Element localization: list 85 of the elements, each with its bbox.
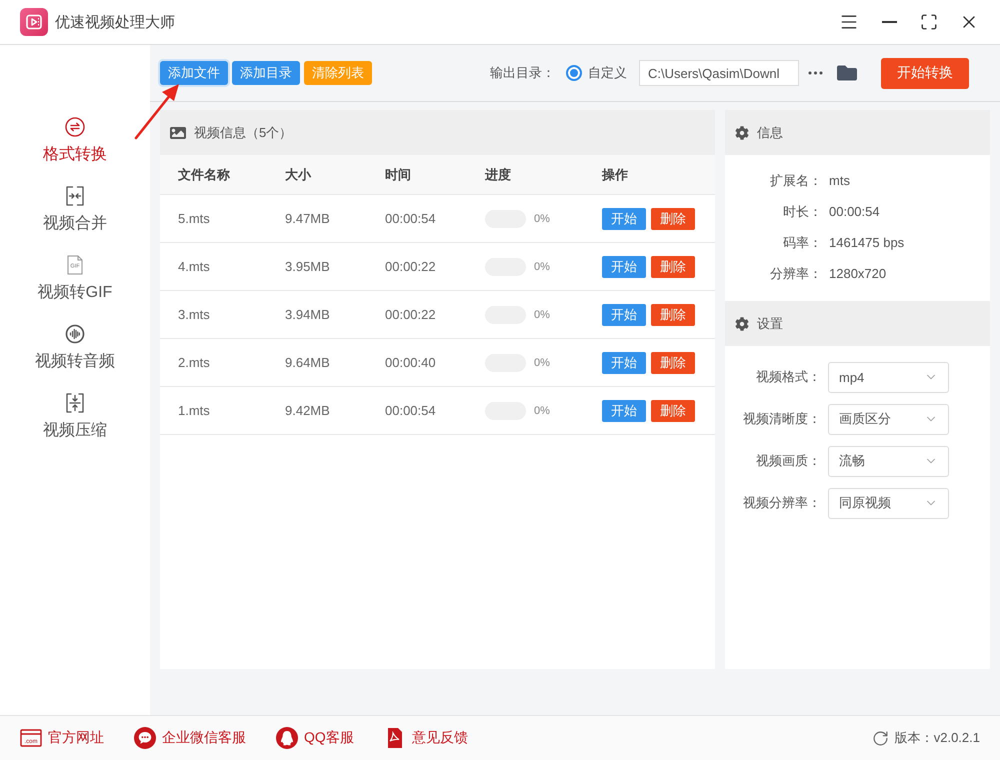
start-button[interactable]: 开始 xyxy=(602,352,646,374)
sidebar-item[interactable]: 视频合并 xyxy=(0,182,150,251)
column-header: 文件名称 xyxy=(178,166,231,184)
add-button[interactable]: 添加目录 xyxy=(232,61,300,85)
column-header: 大小 xyxy=(285,166,312,184)
audio-wave-icon xyxy=(65,324,85,344)
delete-button[interactable]: 删除 xyxy=(651,352,695,374)
table-cell-text: 3.95MB xyxy=(285,259,331,274)
merge-arrows-icon xyxy=(65,186,85,206)
app-logo-icon xyxy=(20,8,48,36)
progress-text: 0% xyxy=(534,308,550,320)
image-icon xyxy=(170,124,186,140)
field-label: 码率： xyxy=(782,234,822,252)
setting-label: 视频画质： xyxy=(755,452,821,470)
add-button[interactable]: 添加文件 xyxy=(160,61,228,85)
delete-button[interactable]: 删除 xyxy=(651,400,695,422)
field-value: mts xyxy=(829,173,850,188)
column-header: 进度 xyxy=(485,166,512,184)
setting-label: 视频分辨率： xyxy=(742,494,821,512)
progress-text: 0% xyxy=(534,212,550,224)
table-cell-text: 3.94MB xyxy=(285,307,331,322)
field-value: 1280x720 xyxy=(829,266,886,281)
table-cell-text: 00:00:22 xyxy=(385,307,437,322)
table-cell-text: 3.mts xyxy=(178,307,211,322)
output-label: 输出目录： xyxy=(490,64,555,82)
sidebar-item[interactable]: 格式转换 xyxy=(0,113,150,182)
panel-title: 视频信息（5个） xyxy=(194,124,292,142)
field-label: 扩展名： xyxy=(769,172,822,190)
window-title: 优速视频处理大师 xyxy=(55,12,175,32)
field-label: 时长： xyxy=(782,202,822,220)
progress-text: 0% xyxy=(534,404,550,416)
start-button[interactable]: 开始 xyxy=(602,400,646,422)
table-cell-text: 00:00:54 xyxy=(385,211,437,226)
start-button[interactable]: 开始 xyxy=(602,208,646,230)
dropdown-select[interactable]: 画质区分 xyxy=(828,404,949,434)
radio-button[interactable] xyxy=(566,65,582,81)
footer-link[interactable]: 企业微信客服 xyxy=(134,727,246,749)
radio-label: 自定义 xyxy=(588,64,627,82)
delete-button[interactable]: 删除 xyxy=(651,256,695,278)
table-cell-text: 4.mts xyxy=(178,259,211,274)
setting-label: 视频清晰度： xyxy=(742,410,821,428)
field-value: 00:00:54 xyxy=(829,204,880,219)
delete-button[interactable]: 删除 xyxy=(651,304,695,326)
output-path-field[interactable]: C:\Users\Qasim\Downl xyxy=(639,60,799,86)
swap-arrows-icon xyxy=(65,117,85,137)
progress-text: 0% xyxy=(534,356,550,368)
start-convert-button[interactable]: 开始转换 xyxy=(881,58,969,88)
table-cell-text: 00:00:54 xyxy=(385,403,437,418)
penguin-icon xyxy=(276,727,298,749)
table-cell-text: 00:00:40 xyxy=(385,355,437,370)
sidebar-item[interactable]: 视频转音频 xyxy=(0,320,150,389)
table-cell-text: 5.mts xyxy=(178,211,211,226)
setting-label: 视频格式： xyxy=(755,368,821,386)
progress-text: 0% xyxy=(534,260,550,272)
table-cell-text: 2.mts xyxy=(178,355,211,370)
dropdown-select[interactable]: mp4 xyxy=(828,362,949,392)
footer-link[interactable]: 意见反馈 xyxy=(384,727,468,749)
refresh-icon[interactable] xyxy=(872,730,889,746)
minimize-icon xyxy=(882,21,896,23)
version-text: 版本：v2.0.2.1 xyxy=(894,729,980,747)
footer-link[interactable]: QQ客服 xyxy=(276,727,354,749)
panel-title: 设置 xyxy=(757,314,783,332)
table-cell-text: 1.mts xyxy=(178,403,211,418)
chat-bubble-icon xyxy=(134,727,156,749)
column-header: 时间 xyxy=(385,166,412,184)
table-cell-text: 9.64MB xyxy=(285,355,331,370)
panel-title: 信息 xyxy=(757,124,783,142)
field-label: 分辨率： xyxy=(769,264,822,282)
compress-arrows-icon xyxy=(65,393,85,413)
column-header: 操作 xyxy=(602,166,629,184)
table-cell-text: 00:00:22 xyxy=(385,259,437,274)
dropdown-select[interactable]: 同原视频 xyxy=(828,488,949,518)
gear-icon xyxy=(735,316,749,330)
start-button[interactable]: 开始 xyxy=(602,256,646,278)
more-dots-icon[interactable] xyxy=(808,71,823,75)
dropdown-select[interactable]: 流畅 xyxy=(828,446,949,476)
field-value: 1461475 bps xyxy=(829,235,904,250)
table-cell-text: 9.47MB xyxy=(285,211,331,226)
start-button[interactable]: 开始 xyxy=(602,304,646,326)
sidebar-item[interactable]: 视频压缩 xyxy=(0,389,150,458)
gear-icon xyxy=(735,126,749,140)
table-cell-text: 9.42MB xyxy=(285,403,331,418)
folder-icon[interactable] xyxy=(837,63,857,83)
maximize-icon xyxy=(920,13,938,31)
delete-button[interactable]: 删除 xyxy=(651,208,695,230)
